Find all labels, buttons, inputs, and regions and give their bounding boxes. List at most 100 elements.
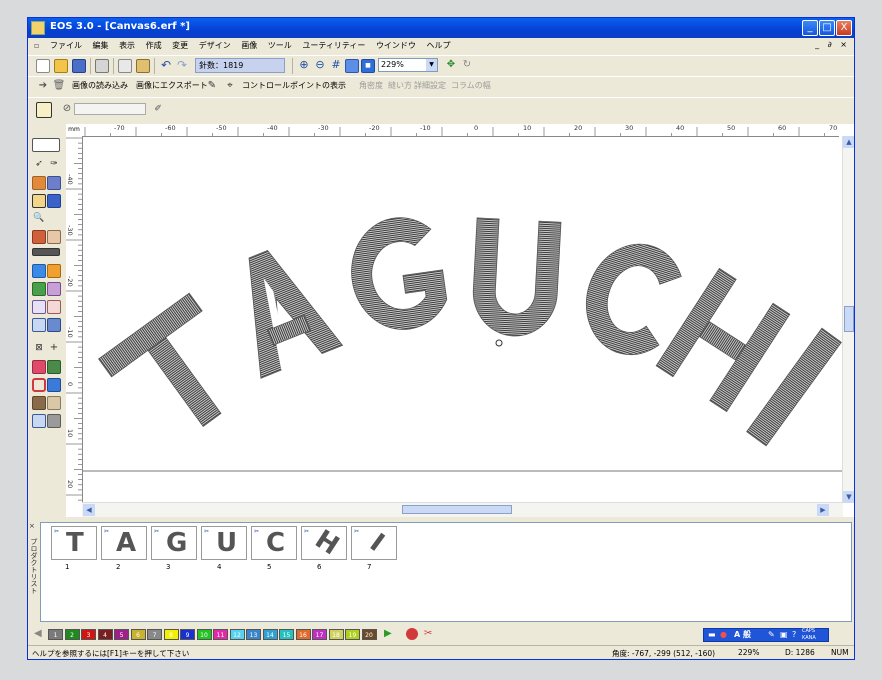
zoom-in-icon[interactable]: ⊕ [297,59,311,73]
node-edit-icon[interactable]: ✑ [47,158,61,172]
menu-modify[interactable]: 変更 [172,38,188,54]
pencil-icon[interactable]: ✎ [205,80,219,94]
product-thumb-1[interactable]: ✂ T [51,526,97,560]
design-stage[interactable] [83,137,842,503]
color-swatch-15[interactable]: 15 [279,629,294,640]
diamond-icon[interactable] [32,360,46,374]
export-image-button[interactable]: 画像にエクスポート [136,79,208,93]
vertical-scrollbar[interactable]: ▲ ▼ [842,136,854,503]
zoom-tool-icon[interactable] [32,264,46,278]
color-swatch-8[interactable]: 8 [163,629,179,640]
doc-menu-icon[interactable]: ▫ [34,38,39,54]
new-file-icon[interactable] [36,59,50,73]
menu-view[interactable]: 表示 [119,38,135,54]
title-bar[interactable]: EOS 3.0 - [Canvas6.erf *] _ □ X [28,18,854,38]
redo-icon[interactable]: ↷ [175,59,189,73]
eraser-icon[interactable] [47,230,61,244]
frame-icon[interactable] [47,360,61,374]
menu-image[interactable]: 画像 [241,38,257,54]
export-icon[interactable] [47,414,61,428]
vertical-scroll-thumb[interactable] [844,306,854,332]
color-swatch-9[interactable]: 9 [180,629,195,640]
menu-utility[interactable]: ユーティリティー [302,38,365,54]
color-swatch-1[interactable]: 1 [48,629,63,640]
menu-design[interactable]: デザイン [199,38,231,54]
ime-mode[interactable]: A 般 [734,629,751,641]
letter-U[interactable] [471,217,562,338]
print-icon[interactable] [95,59,109,73]
detail-settings-button[interactable]: 詳細設定 [414,79,446,93]
menu-edit[interactable]: 編集 [93,38,109,54]
product-thumb-2[interactable]: ✂ A [101,526,147,560]
cut-icon[interactable]: ✂ [424,627,432,641]
ellipse-icon[interactable] [32,378,46,392]
applique-icon[interactable] [47,318,61,332]
no-entry-icon[interactable]: ⊘ [60,103,74,117]
arrow-right-icon[interactable]: ➔ [36,80,50,94]
color-swatch-7[interactable]: 7 [147,629,162,640]
load-image-button[interactable]: 画像の読み込み [72,79,128,93]
stop-icon[interactable] [406,628,418,640]
open-folder-icon[interactable] [54,59,68,73]
stitch-tool-icon[interactable] [32,138,60,152]
color-swatch-12[interactable]: 12 [229,629,245,640]
letter-A[interactable] [217,238,344,379]
fill-stitch-icon[interactable] [47,300,61,314]
warning-icon[interactable] [47,264,61,278]
refresh-icon[interactable]: ↻ [460,59,474,73]
trash-icon[interactable]: 🗑 [52,80,66,94]
color-swatch-11[interactable]: 11 [213,629,228,640]
color-swatch-2[interactable]: 2 [64,629,80,640]
doc-window-controls[interactable]: _ ∂ × [815,40,850,49]
shape-icon[interactable] [47,194,61,208]
photo-icon[interactable] [32,396,46,410]
ime-menu-icon[interactable]: ▬ [708,629,716,641]
save-icon[interactable] [72,59,86,73]
color-swatch-17[interactable]: 17 [312,629,327,640]
node-icon[interactable]: ⌖ [223,80,237,94]
color-swatch-18[interactable]: 18 [328,629,344,640]
palette-prev-icon[interactable]: ◀ [34,628,42,640]
product-thumb-5[interactable]: ✂ C [251,526,297,560]
scroll-down-icon[interactable]: ▼ [843,491,854,503]
show-control-points-button[interactable]: コントロールポイントの表示 [242,79,346,93]
menu-create[interactable]: 作成 [146,38,162,54]
color-swatch-16[interactable]: 16 [295,629,311,640]
product-thumb-7[interactable]: ✂ I [351,526,397,560]
fill-icon[interactable] [32,282,46,296]
palette-next-icon[interactable]: ▶ [384,628,392,640]
menu-window[interactable]: ウインドウ [376,38,416,54]
product-thumb-4[interactable]: ✂ U [201,526,247,560]
undo-icon[interactable]: ↶ [159,59,173,73]
menu-help[interactable]: ヘルプ [426,38,450,54]
transform-icon[interactable] [47,176,61,190]
zoom-100-icon[interactable]: ■ [361,59,375,73]
color-swatch-19[interactable]: 19 [345,629,360,640]
zoom-fit-icon[interactable] [345,59,359,73]
color-swatch-5[interactable]: 5 [114,629,129,640]
menu-file[interactable]: ファイル [50,38,82,54]
color-swatch-10[interactable]: 10 [196,629,212,640]
arc-center-handle[interactable] [495,339,503,347]
select-arrow-icon[interactable]: ➶ [32,158,46,172]
stitch-type-button[interactable]: 縫い方 [388,79,412,93]
minimize-button[interactable]: _ [802,20,818,36]
ime-toolbar[interactable]: ▬ ● A 般 ✎ ▣ ? CAPS KANA [703,628,829,642]
horizontal-scroll-thumb[interactable] [402,505,512,514]
horizontal-scrollbar[interactable]: ◀ ▶ [82,502,843,517]
ime-dictionary-icon[interactable]: ▣ [780,629,788,641]
sewing-icon[interactable] [32,414,46,428]
product-thumb-6[interactable]: ✂ H [301,524,347,562]
column-width-button[interactable]: コラムの幅 [451,79,491,93]
menu-tools[interactable]: ツール [268,38,292,54]
color-swatch-14[interactable]: 14 [262,629,278,640]
color-swatch-6[interactable]: 6 [130,629,146,640]
ime-help-icon[interactable]: ? [792,629,796,641]
crosshair-icon[interactable]: + [47,342,61,356]
monogram-icon[interactable]: ⊠ [32,342,46,356]
product-thumb-3[interactable]: ✂ G [151,526,197,560]
paint-icon[interactable] [32,230,46,244]
hand-icon[interactable] [32,176,46,190]
magnifier-icon[interactable]: 🔍 [32,212,46,226]
letter-T[interactable] [98,292,258,453]
